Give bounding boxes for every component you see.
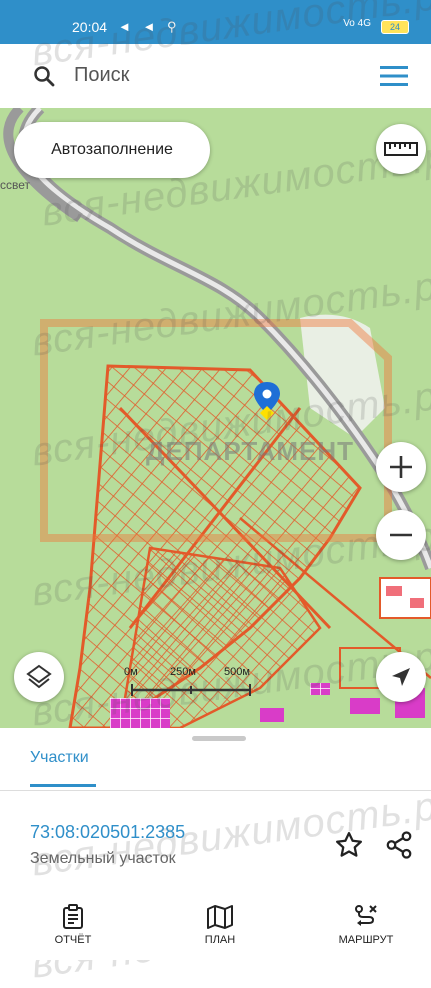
tab-bar: Участки — [0, 740, 431, 791]
street-label: ссвет — [0, 178, 31, 192]
nav-plan-button[interactable]: ПЛАН — [175, 904, 265, 946]
nav-plan-label: ПЛАН — [204, 934, 236, 946]
tab-parcels[interactable]: Участки — [30, 749, 89, 767]
cadastral-number[interactable]: 73:08:020501:2385 — [30, 822, 185, 843]
route-icon — [355, 905, 377, 926]
star-icon[interactable] — [334, 830, 364, 860]
bottom-navigation: ОТЧЁТ ПЛАН МАРШРУТ — [0, 896, 431, 960]
my-location-button[interactable] — [376, 652, 426, 702]
menu-icon[interactable] — [380, 66, 408, 86]
parcel-type: Земельный участок — [30, 850, 176, 867]
share-icon[interactable] — [384, 830, 414, 860]
autofill-label: Автозаполнение — [51, 141, 173, 158]
list-item[interactable]: 73:08:020501:2385 Земельный участок — [0, 790, 431, 897]
nav-route-label: МАРШРУТ — [338, 934, 394, 946]
nav-route-button[interactable]: МАРШРУТ — [321, 904, 411, 946]
minus-icon — [390, 533, 412, 537]
zoom-in-button[interactable] — [376, 442, 426, 492]
clipboard-icon — [63, 904, 83, 929]
ruler-button[interactable] — [376, 124, 426, 174]
navigation-arrow-icon — [392, 668, 410, 686]
nav-report-label: ОТЧЁТ — [54, 934, 92, 946]
layers-icon — [26, 664, 52, 689]
map-icon — [207, 905, 233, 929]
nav-report-button[interactable]: ОТЧЁТ — [28, 904, 118, 946]
tab-indicator — [30, 784, 96, 787]
plus-icon — [390, 456, 412, 478]
autofill-button[interactable]: Автозаполнение — [14, 122, 210, 178]
zoom-out-button[interactable] — [376, 510, 426, 560]
ruler-icon — [384, 142, 418, 156]
layers-button[interactable] — [14, 652, 64, 702]
